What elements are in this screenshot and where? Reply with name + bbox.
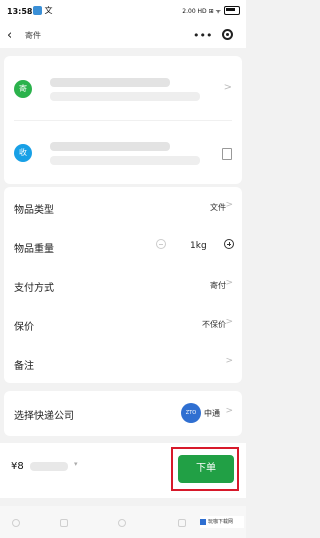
receiver-address-blurred: [50, 156, 200, 165]
nav-bar: ‹ 寄件 •••: [0, 24, 246, 48]
options-card: 物品类型 文件 > 物品重量 1kg 支付方式 寄付 > 保价 不保价 > 备注…: [4, 187, 242, 383]
price-detail-blurred: [30, 462, 68, 471]
insurance-row[interactable]: 保价 不保价 >: [4, 304, 242, 343]
courier-label: 选择快递公司: [14, 411, 74, 422]
insurance-value: 不保价: [202, 320, 226, 329]
more-icon[interactable]: •••: [193, 29, 212, 42]
remark-row[interactable]: 备注 >: [4, 343, 242, 382]
back-icon[interactable]: ‹: [7, 28, 12, 43]
watermark: 玩咖下载网: [200, 516, 244, 528]
chevron-right-icon: >: [225, 200, 233, 210]
chevron-right-icon: >: [225, 356, 233, 366]
weight-decrease-icon[interactable]: [156, 239, 166, 249]
address-book-icon[interactable]: [222, 148, 232, 160]
payment-row[interactable]: 支付方式 寄付 >: [4, 265, 242, 304]
receiver-badge: 收: [14, 144, 32, 162]
chevron-right-icon: >: [225, 278, 233, 288]
place-order-button[interactable]: 下单: [178, 455, 234, 483]
watermark-logo-icon: [200, 518, 206, 525]
watermark-text: 玩咖下载网: [208, 519, 234, 525]
item-type-label: 物品类型: [14, 205, 54, 216]
zto-logo-icon: ZTO: [181, 403, 201, 423]
weight-value: 1kg: [190, 241, 207, 251]
item-type-row[interactable]: 物品类型 文件 >: [4, 187, 242, 226]
circle-icon[interactable]: [118, 519, 126, 527]
status-bar: 13:58 文 2.00 HD ⊞ ᯤ: [0, 0, 246, 24]
chevron-right-icon: >: [223, 82, 232, 93]
insurance-label: 保价: [14, 322, 34, 333]
chevron-right-icon: >: [225, 406, 233, 416]
sender-address-row[interactable]: 寄 >: [4, 56, 242, 120]
sender-badge: 寄: [14, 80, 32, 98]
chevron-right-icon: >: [225, 317, 233, 327]
receiver-name-blurred: [50, 142, 170, 151]
signal-indicators: 2.00 HD ⊞ ᯤ: [182, 7, 221, 15]
sender-name-blurred: [50, 78, 170, 87]
remark-label: 备注: [14, 361, 34, 372]
address-card: 寄 > 收: [4, 56, 242, 184]
app-notification-icon: [33, 6, 42, 15]
status-time: 13:58: [7, 7, 33, 16]
back-nav-icon[interactable]: [178, 519, 186, 527]
menu-icon[interactable]: [60, 519, 68, 527]
receiver-address-row[interactable]: 收: [4, 120, 242, 184]
home-icon[interactable]: [12, 519, 20, 527]
price-detail-caret-icon[interactable]: ▾: [74, 460, 78, 468]
weight-row: 物品重量 1kg: [4, 226, 242, 265]
weight-increase-icon[interactable]: [224, 239, 234, 249]
page-title: 寄件: [25, 31, 41, 40]
courier-select-row[interactable]: 选择快递公司 ZTO 中通 >: [4, 391, 242, 436]
status-app-badge: 文: [44, 6, 53, 15]
payment-value: 寄付: [210, 281, 226, 290]
status-right: 2.00 HD ⊞ ᯤ: [182, 6, 240, 15]
weight-label: 物品重量: [14, 244, 54, 255]
item-type-value: 文件: [210, 203, 226, 212]
sender-address-blurred: [50, 92, 200, 101]
checkout-bar: ¥8 ▾ 下单: [0, 443, 246, 498]
courier-value: 中通: [204, 409, 220, 418]
payment-label: 支付方式: [14, 283, 54, 294]
price-total: ¥8: [11, 461, 24, 472]
close-miniapp-icon[interactable]: [222, 29, 233, 40]
battery-icon: [224, 6, 240, 15]
